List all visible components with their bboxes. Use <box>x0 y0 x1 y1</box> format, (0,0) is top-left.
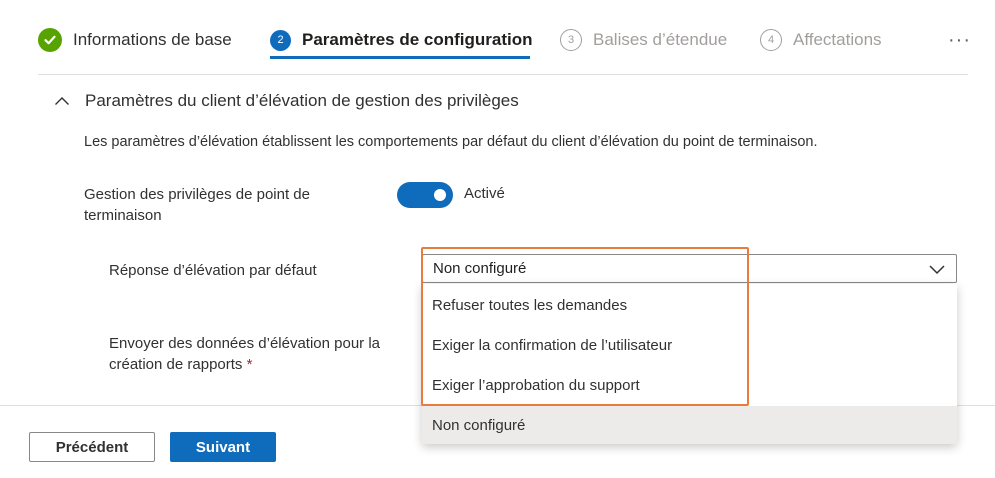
more-options-button[interactable]: ··· <box>948 24 971 56</box>
toggle-knob <box>434 189 446 201</box>
divider <box>38 74 968 75</box>
checkmark-icon <box>38 28 62 52</box>
step-configuration-settings[interactable]: 2 Paramètres de configuration <box>270 24 533 56</box>
step-basics[interactable]: Informations de base <box>38 24 232 56</box>
active-step-underline <box>270 56 530 59</box>
step-label: Paramètres de configuration <box>302 30 533 49</box>
step-number: 2 <box>270 29 291 51</box>
required-marker: * <box>246 356 253 373</box>
option-deny-all[interactable]: Refuser toutes les demandes <box>422 286 957 324</box>
step-number: 3 <box>560 29 582 51</box>
default-response-dropdown[interactable]: Non configuré <box>422 254 957 283</box>
epm-toggle[interactable] <box>397 182 453 208</box>
dropdown-selected-value: Non configuré <box>433 260 527 277</box>
step-label: Balises d’étendue <box>593 30 728 49</box>
dropdown-menu: Refuser toutes les demandes Exiger la co… <box>422 284 957 444</box>
epm-label: Gestion des privilèges de point de termi… <box>84 186 310 224</box>
chevron-up-icon[interactable] <box>50 89 74 113</box>
section-description: Les paramètres d’élévation établissent l… <box>84 134 818 150</box>
next-button[interactable]: Suivant <box>170 432 276 462</box>
section-title: Paramètres du client d’élévation de gest… <box>85 91 519 110</box>
wizard-steps: Informations de base 2 Paramètres de con… <box>0 0 995 76</box>
step-label: Informations de base <box>73 30 232 49</box>
default-response-label: Réponse d’élévation par défaut <box>109 262 317 279</box>
step-number: 4 <box>760 29 782 51</box>
previous-button[interactable]: Précédent <box>29 432 155 462</box>
section-header[interactable]: Paramètres du client d’élévation de gest… <box>50 86 519 116</box>
step-label: Affectations <box>793 30 882 49</box>
report-data-label-text: Envoyer des données d’élévation pour la … <box>109 335 381 373</box>
option-require-user-confirmation[interactable]: Exiger la confirmation de l’utilisateur <box>422 326 957 364</box>
report-data-label: Envoyer des données d’élévation pour la … <box>109 333 409 375</box>
option-not-configured[interactable]: Non configuré <box>422 406 957 444</box>
step-scope-tags[interactable]: 3 Balises d’étendue <box>560 24 727 56</box>
epm-toggle-state: Activé <box>464 185 505 202</box>
chevron-down-icon[interactable] <box>928 261 946 277</box>
option-require-support-approval[interactable]: Exiger l’approbation du support <box>422 366 957 404</box>
step-assignments[interactable]: 4 Affectations <box>760 24 882 56</box>
